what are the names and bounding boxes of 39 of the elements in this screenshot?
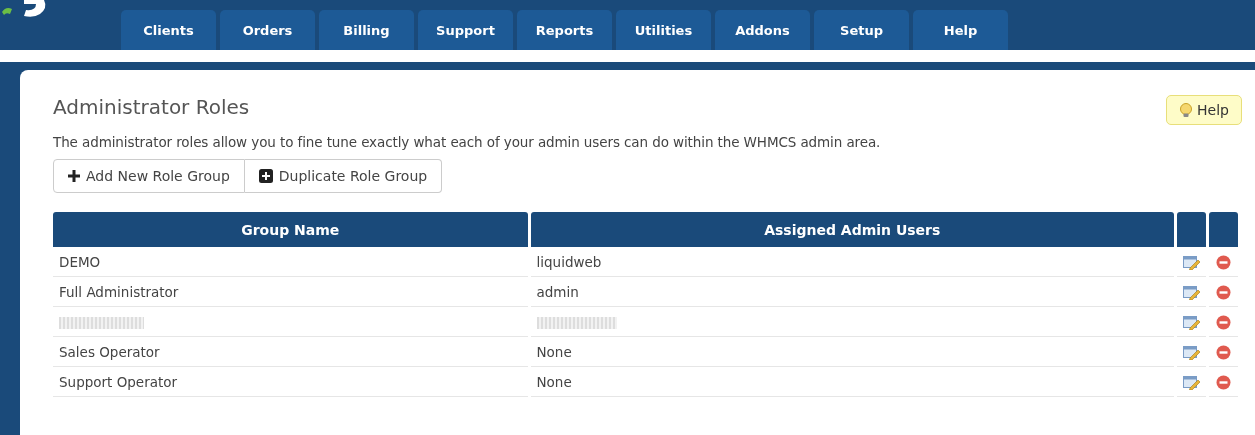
table-cell: DEMO [53,247,528,277]
help-button[interactable]: Help [1166,95,1242,125]
page-title: Administrator Roles [53,95,250,119]
nav-tab[interactable]: Utilities [616,10,711,50]
table-cell: None [530,367,1174,397]
nav-tab[interactable]: Orders [220,10,315,50]
delete-icon[interactable] [1216,374,1231,390]
edit-icon[interactable] [1183,284,1200,300]
nav-tab[interactable]: Help [913,10,1008,50]
edit-icon[interactable] [1183,374,1200,390]
column-header [1177,212,1206,247]
edit-icon[interactable] [1183,314,1200,330]
nav-tab[interactable]: Support [418,10,513,50]
plus-icon [68,170,80,182]
nav-tab[interactable]: Reports [517,10,612,50]
page-description: The administrator roles allow you to fine tune exactly what each of your admin users can do within the WHMCS admin area. [53,134,882,150]
edit-icon[interactable] [1183,344,1200,360]
nav-tab[interactable]: Clients [121,10,216,50]
nav-tab[interactable]: Billing [319,10,414,50]
table-cell: Full Administrator [53,277,528,307]
column-header: Assigned Admin Users [530,212,1174,247]
delete-icon[interactable] [1216,344,1231,360]
table-cell: admin [530,277,1174,307]
column-header: Group Name [53,212,528,247]
plus-square-icon [258,169,273,183]
duplicate-role-group-button[interactable]: Duplicate Role Group [244,159,443,193]
table-cell: Support Operator [53,367,528,397]
column-header [1209,212,1238,247]
nav-tab[interactable]: Setup [814,10,909,50]
delete-icon[interactable] [1216,284,1231,300]
add-role-group-button[interactable]: Add New Role Group [53,159,245,193]
lightbulb-icon [1179,102,1194,118]
nav-tab[interactable]: Addons [715,10,810,50]
delete-icon[interactable] [1216,314,1231,330]
edit-icon[interactable] [1183,254,1200,270]
delete-icon[interactable] [1216,254,1231,270]
table-cell: None [530,337,1174,367]
table-cell: liquidweb [530,247,1174,277]
table-cell: Sales Operator [53,337,528,367]
